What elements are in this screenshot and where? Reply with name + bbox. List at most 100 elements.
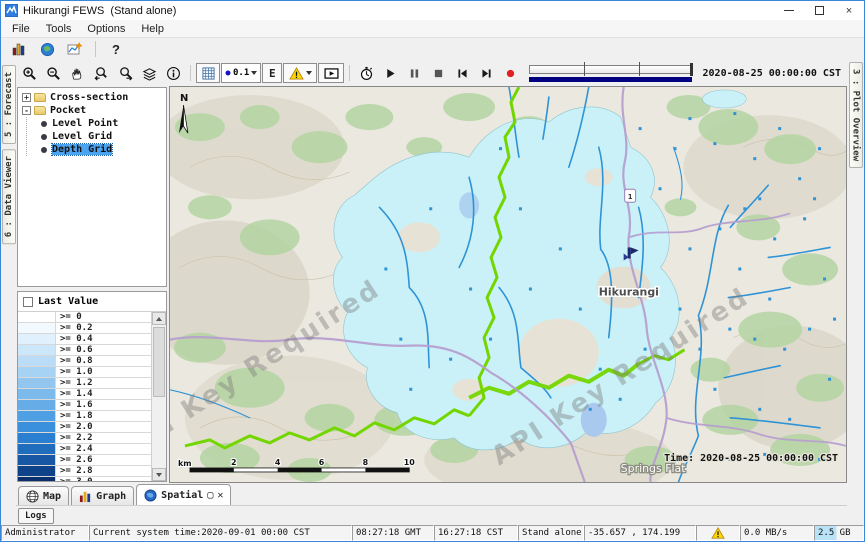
label-tool-button[interactable]: E [262, 63, 282, 83]
maximize-button[interactable] [804, 1, 834, 20]
app-icon [5, 4, 18, 17]
time-slider-range-bar [529, 77, 691, 82]
expand-icon[interactable]: + [22, 93, 31, 102]
legend-swatch [18, 312, 56, 322]
tab-graph[interactable]: Graph [71, 486, 134, 505]
svg-text:1: 1 [628, 193, 633, 201]
logs-button[interactable]: Logs [18, 508, 54, 524]
time-slider-thumb[interactable] [690, 63, 693, 76]
legend-label: >= 1.6 [56, 400, 93, 410]
wire-globe-icon [26, 490, 39, 503]
scrollbar-thumb[interactable] [153, 327, 165, 397]
warning-dropdown-button[interactable] [283, 63, 317, 83]
map-view[interactable]: 1 API Key Required API Key Required Hiku… [169, 86, 847, 483]
grid-value-dropdown[interactable]: 0.1 [221, 63, 261, 83]
database-bars-button[interactable] [7, 39, 31, 59]
record-button[interactable] [499, 62, 522, 84]
status-warning[interactable] [696, 525, 740, 541]
tab-data-viewer[interactable]: 6 : Data Viewer [2, 149, 16, 244]
chevron-down-icon [251, 71, 257, 75]
legend-swatch [18, 345, 56, 355]
tab-plot-overview[interactable]: 3 : Plot Overview [849, 62, 863, 168]
legend-row: >= 2.6 [18, 455, 151, 466]
skip-start-button[interactable] [451, 62, 474, 84]
stopwatch-icon [359, 66, 374, 81]
dock-tab-bar: Map Graph Spatial ▢ ✕ [16, 483, 847, 505]
tree-item-label-selected[interactable]: Depth Grid [52, 144, 112, 155]
tree-item-label[interactable]: Pocket [50, 105, 86, 116]
zoom-in-button[interactable] [18, 62, 41, 84]
legend-row: >= 1.4 [18, 389, 151, 400]
tree-item-level-grid[interactable]: Level Grid [27, 130, 166, 143]
chart-arrow-icon [67, 41, 83, 57]
pan-button[interactable] [66, 62, 89, 84]
tree-item-level-point[interactable]: Level Point [27, 117, 166, 130]
menu-help[interactable]: Help [134, 21, 171, 37]
center-column: 0.1 E [16, 60, 847, 525]
minimize-button[interactable] [774, 1, 804, 20]
tab-spatial[interactable]: Spatial ▢ ✕ [136, 484, 231, 505]
right-tab-strip: 3 : Plot Overview [847, 60, 864, 525]
menu-options[interactable]: Options [80, 21, 132, 37]
layers-button[interactable] [138, 62, 161, 84]
tree-item-label[interactable]: Cross-section [50, 92, 128, 103]
zoom-previous-button[interactable] [90, 62, 113, 84]
undock-icon[interactable]: ▢ [207, 490, 213, 501]
tab-forecast[interactable]: 5 : Forecast [2, 65, 16, 144]
zoom-next-button[interactable] [114, 62, 137, 84]
tree-item-label[interactable]: Level Grid [52, 131, 112, 142]
main-toolbar: ? [1, 38, 864, 60]
legend-label: >= 1.2 [56, 378, 93, 388]
tree-item-pocket[interactable]: - Pocket [22, 104, 166, 117]
legend-list: >= 0 >= 0.2 >= 0.4 >= 0.6 >= 0.8 >= 1.0 … [18, 312, 166, 481]
menubar: File Tools Options Help [1, 20, 864, 38]
skip-end-button[interactable] [475, 62, 498, 84]
warning-icon [711, 527, 725, 539]
stop-button[interactable] [427, 62, 450, 84]
last-value-checkbox[interactable] [23, 297, 33, 307]
folder-icon [34, 93, 46, 102]
legend-swatch [18, 323, 56, 333]
map-display-button[interactable] [63, 39, 87, 59]
map-canvas[interactable]: 1 API Key Required API Key Required Hiku… [170, 87, 846, 482]
scroll-down-button[interactable] [152, 468, 166, 481]
arrow-up-icon [156, 317, 162, 321]
time-slider-groove [529, 65, 691, 74]
collapse-icon[interactable]: - [22, 106, 31, 115]
legend-row: >= 1.2 [18, 378, 151, 389]
close-icon[interactable]: ✕ [217, 490, 223, 501]
legend-scrollbar[interactable] [152, 312, 166, 481]
legend-title: Last Value [38, 296, 98, 307]
toolbar-separator [190, 65, 191, 81]
play-button[interactable] [379, 62, 402, 84]
stop-icon [432, 67, 445, 80]
globe-button[interactable] [35, 39, 59, 59]
legend-label: >= 0.4 [56, 334, 93, 344]
zoom-out-button[interactable] [42, 62, 65, 84]
app-window: Hikurangi FEWS (Stand alone) × File Tool… [0, 0, 865, 542]
skip-start-icon [456, 67, 469, 80]
close-button[interactable]: × [834, 1, 864, 20]
tree-item-label[interactable]: Level Point [52, 118, 118, 129]
help-button[interactable]: ? [104, 39, 128, 59]
legend-swatch [18, 433, 56, 443]
menu-file[interactable]: File [5, 21, 37, 37]
animate-button[interactable] [318, 63, 344, 83]
legend-row: >= 0.8 [18, 356, 151, 367]
tree-item-cross-section[interactable]: + Cross-section [22, 91, 166, 104]
scroll-up-button[interactable] [152, 312, 166, 325]
run-timer-button[interactable] [355, 62, 378, 84]
tree-item-depth-grid[interactable]: Depth Grid [27, 143, 166, 156]
legend-label: >= 3.0 [56, 477, 93, 481]
tab-map[interactable]: Map [18, 486, 69, 505]
time-slider[interactable] [529, 62, 695, 84]
menu-tools[interactable]: Tools [39, 21, 79, 37]
status-user: Administrator [1, 525, 89, 541]
pause-button[interactable] [403, 62, 426, 84]
grid-toggle-button[interactable] [196, 63, 220, 83]
legend-label: >= 1.8 [56, 411, 93, 421]
info-button[interactable] [162, 62, 185, 84]
tab-label: Map [43, 491, 61, 502]
zoom-next-icon [118, 66, 133, 81]
legend-swatch [18, 422, 56, 432]
